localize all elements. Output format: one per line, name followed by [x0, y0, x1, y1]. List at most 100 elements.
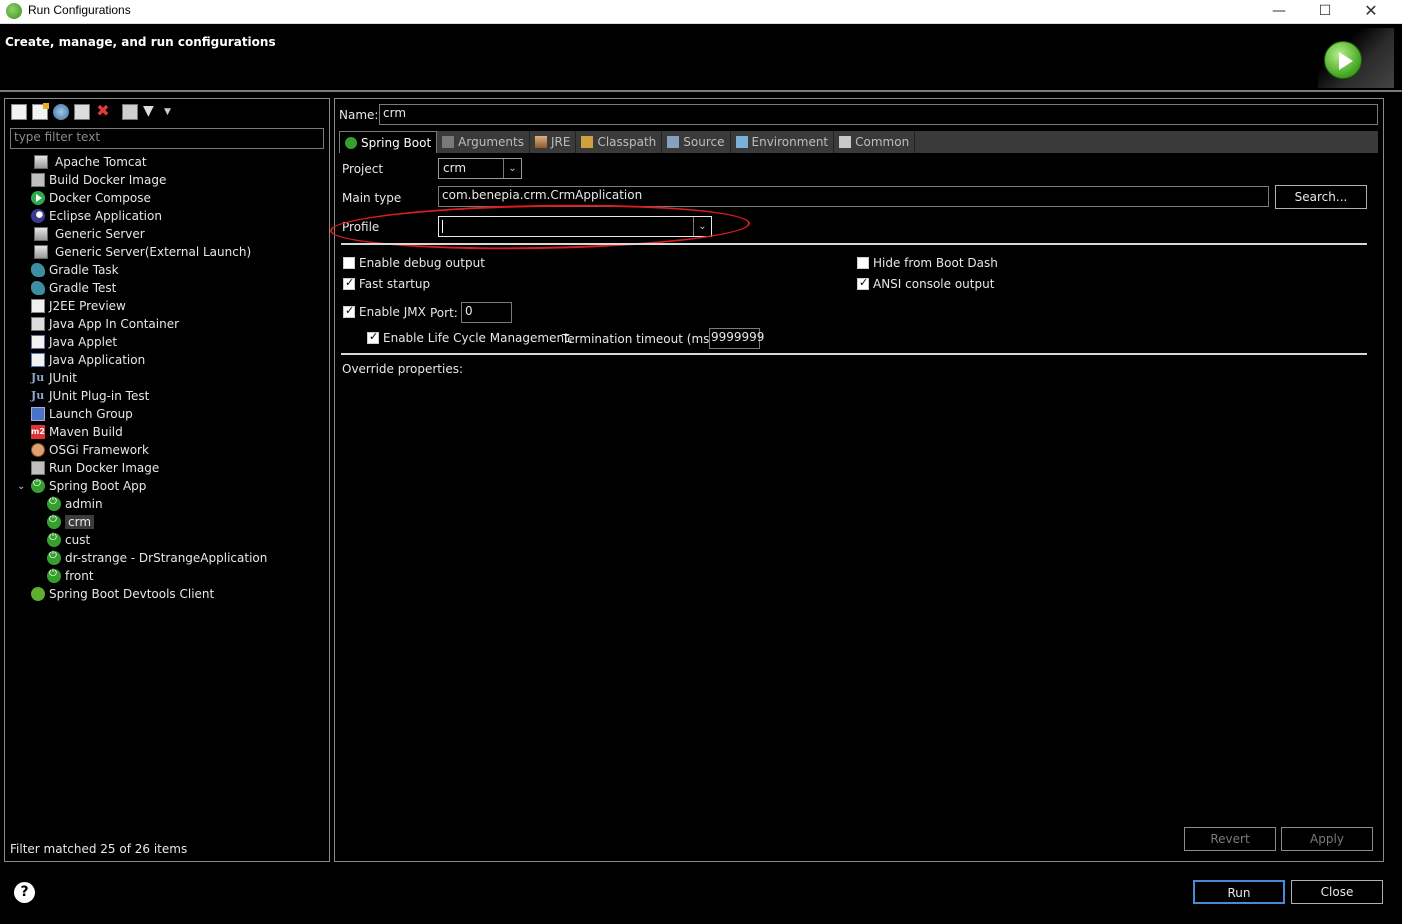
fast-startup-checkbox[interactable]: Fast startup: [343, 276, 430, 291]
tree-item-apache-tomcat[interactable]: Apache Tomcat: [31, 153, 147, 171]
arguments-icon: [442, 136, 455, 148]
filter-input[interactable]: type filter text: [10, 128, 324, 149]
checkbox-checked: [857, 276, 869, 290]
tab-spring-boot[interactable]: Spring Boot: [339, 131, 438, 153]
project-value: crm: [443, 161, 467, 175]
osgi-icon: [31, 443, 45, 457]
tree-item-spring-boot-devtools[interactable]: Spring Boot Devtools Client: [31, 585, 214, 603]
text-cursor: [442, 220, 443, 233]
collapse-all-icon[interactable]: [122, 104, 138, 120]
tab-common[interactable]: Common: [834, 131, 916, 153]
chevron-down-icon[interactable]: ⌄: [17, 481, 27, 492]
tree-item-j2ee-preview[interactable]: J2EE Preview: [31, 297, 126, 315]
name-label: Name:: [339, 108, 379, 122]
filter-icon[interactable]: ▼: [143, 104, 159, 120]
applet-icon: [31, 335, 45, 349]
chevron-down-icon: ⌄: [503, 159, 521, 178]
tree-item-launch-group[interactable]: Launch Group: [31, 405, 133, 423]
life-cycle-checkbox[interactable]: Enable Life Cycle Management.: [367, 330, 573, 345]
tree-item-run-docker-image[interactable]: Run Docker Image: [31, 459, 159, 477]
project-select[interactable]: crm ⌄: [438, 158, 522, 179]
tree-toolbar: ✖ ▼ ▼: [11, 103, 174, 121]
environment-icon: [735, 136, 748, 148]
checkbox-checked: [367, 330, 379, 344]
main-type-label: Main type: [342, 191, 402, 205]
export-icon[interactable]: [53, 104, 69, 120]
spring-app-icon: [6, 3, 22, 19]
tab-source[interactable]: Source: [662, 131, 731, 153]
delete-icon[interactable]: ✖: [95, 103, 111, 120]
enable-debug-checkbox[interactable]: Enable debug output: [343, 256, 485, 270]
gradle-icon: [31, 263, 45, 277]
container-icon: [31, 317, 45, 331]
spring-boot-icon: [47, 496, 61, 511]
enable-jmx-checkbox[interactable]: Enable JMX: [343, 304, 426, 319]
tree-item-osgi-framework[interactable]: OSGi Framework: [31, 441, 149, 459]
header-title: Create, manage, and run configurations: [5, 35, 276, 49]
spring-boot-icon: [47, 550, 61, 565]
tree-item-gradle-test[interactable]: Gradle Test: [31, 279, 116, 297]
devtools-icon: [31, 587, 45, 601]
spring-boot-icon: [47, 532, 61, 547]
tree-item-maven-build[interactable]: m2 Maven Build: [31, 423, 123, 441]
maximize-button[interactable]: ☐: [1302, 0, 1348, 24]
tree-item-junit[interactable]: Ju JUnit: [31, 369, 77, 387]
help-icon[interactable]: ?: [14, 882, 35, 903]
tab-jre[interactable]: JRE: [530, 131, 577, 153]
minimize-button[interactable]: —: [1256, 0, 1302, 24]
new-config-icon[interactable]: [11, 104, 27, 120]
server-icon: [34, 227, 48, 241]
compose-icon: [31, 191, 45, 205]
j2ee-icon: [31, 299, 45, 313]
tree-item-build-docker-image[interactable]: Build Docker Image: [31, 171, 166, 189]
name-field[interactable]: crm: [379, 104, 1378, 125]
profile-select[interactable]: ⌄: [438, 216, 712, 237]
title-bar: Run Configurations — ☐ ✕: [0, 0, 1402, 24]
close-window-button[interactable]: ✕: [1348, 0, 1394, 24]
launch-group-icon: [31, 407, 45, 421]
source-icon: [667, 136, 680, 148]
tab-environment[interactable]: Environment: [731, 131, 835, 153]
tree-item-generic-server[interactable]: Generic Server: [31, 225, 145, 243]
tree-item-generic-server-external[interactable]: Generic Server(External Launch): [31, 243, 251, 261]
tab-arguments[interactable]: Arguments: [437, 131, 530, 153]
docker-icon: [31, 173, 45, 187]
filter-dropdown-icon[interactable]: ▼: [164, 104, 174, 120]
hide-boot-dash-checkbox[interactable]: Hide from Boot Dash: [857, 256, 998, 270]
tree-item-crm[interactable]: crm: [47, 513, 95, 531]
tab-classpath[interactable]: Classpath: [576, 131, 663, 153]
port-field[interactable]: 0: [461, 302, 512, 323]
new-prototype-icon[interactable]: [32, 103, 49, 120]
search-button[interactable]: Search...: [1275, 185, 1367, 209]
revert-button[interactable]: Revert: [1184, 827, 1276, 851]
separator: [341, 243, 1367, 245]
close-button[interactable]: Close: [1291, 880, 1383, 904]
tree-item-java-applet[interactable]: Java Applet: [31, 333, 117, 351]
maven-icon: m2: [31, 425, 45, 439]
duplicate-icon[interactable]: [74, 104, 90, 120]
main-type-field[interactable]: com.benepia.crm.CrmApplication: [438, 186, 1269, 207]
checkbox-unchecked: [343, 257, 355, 269]
project-label: Project: [342, 162, 384, 176]
spring-boot-icon: [47, 568, 61, 583]
tree-item-gradle-task[interactable]: Gradle Task: [31, 261, 119, 279]
apply-button[interactable]: Apply: [1281, 827, 1373, 851]
override-properties-label: Override properties:: [342, 362, 464, 376]
tree-item-cust[interactable]: cust: [47, 531, 90, 549]
spring-boot-icon: [345, 136, 357, 149]
tree-item-dr-strange[interactable]: dr-strange - DrStrangeApplication: [47, 549, 267, 567]
tree-item-front[interactable]: front: [47, 567, 94, 585]
tree-item-junit-plugin-test[interactable]: Ju JUnit Plug-in Test: [31, 387, 149, 405]
termination-field[interactable]: 9999999: [709, 328, 764, 349]
tree-item-admin[interactable]: admin: [47, 495, 103, 513]
tree-item-eclipse-application[interactable]: Eclipse Application: [31, 207, 162, 225]
tree-item-spring-boot-app[interactable]: ⌄Spring Boot App: [17, 477, 146, 495]
tree-item-java-application[interactable]: Java Application: [31, 351, 145, 369]
ansi-console-checkbox[interactable]: ANSI console output: [857, 276, 994, 291]
tree-item-java-app-in-container[interactable]: Java App In Container: [31, 315, 179, 333]
tree-item-docker-compose[interactable]: Docker Compose: [31, 189, 151, 207]
classpath-icon: [581, 136, 594, 148]
gradle-icon: [31, 281, 45, 295]
run-button[interactable]: Run: [1193, 880, 1285, 904]
junit-icon: Ju: [31, 371, 45, 384]
